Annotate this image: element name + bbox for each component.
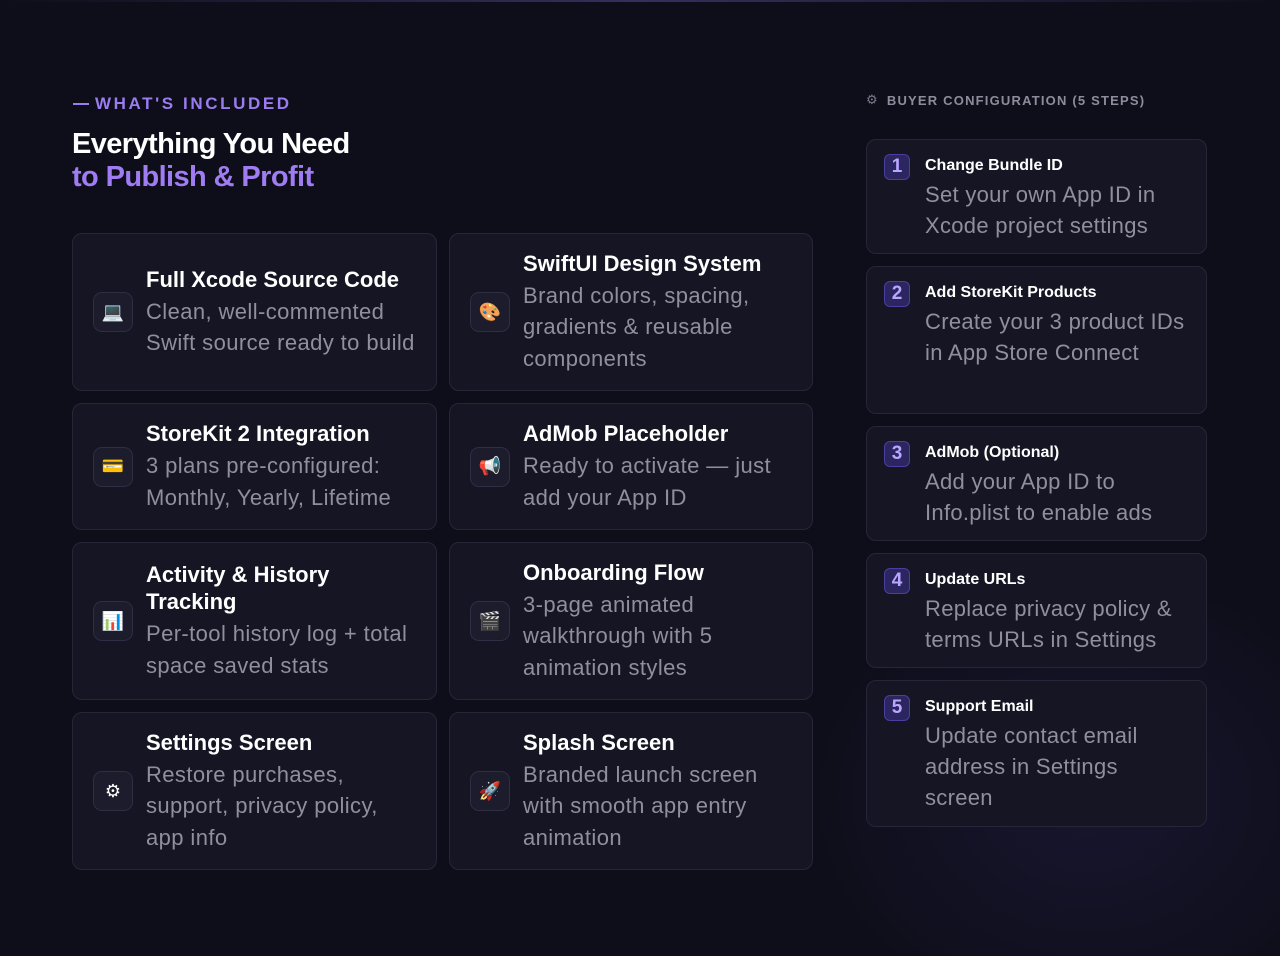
config-step: 3 AdMob (Optional) Add your App ID to In… bbox=[866, 426, 1207, 541]
eyebrow-label: WHAT'S INCLUDED bbox=[95, 94, 292, 113]
laptop-icon: 💻 bbox=[93, 292, 133, 332]
eyebrow-dash bbox=[73, 103, 89, 105]
feature-description: Branded launch screen with smooth app en… bbox=[523, 761, 758, 850]
palette-icon: 🎨 bbox=[470, 292, 510, 332]
top-divider bbox=[0, 0, 1280, 2]
feature-description: Restore purchases, support, privacy poli… bbox=[146, 761, 378, 850]
step-description: Update contact email address in Settings… bbox=[925, 723, 1138, 810]
step-number-badge: 3 bbox=[884, 441, 910, 467]
feature-title: Splash Screen bbox=[523, 729, 675, 755]
step-description: Set your own App ID in Xcode project set… bbox=[925, 182, 1156, 238]
config-step: 5 Support Email Update contact email add… bbox=[866, 680, 1207, 827]
config-step: 2 Add StoreKit Products Create your 3 pr… bbox=[866, 266, 1207, 414]
step-number-badge: 1 bbox=[884, 154, 910, 180]
rocket-icon: 🚀 bbox=[470, 771, 510, 811]
bar-chart-icon: 📊 bbox=[93, 601, 133, 641]
step-title: Add StoreKit Products bbox=[925, 284, 1097, 301]
title-line-2: to Publish & Profit bbox=[72, 161, 314, 193]
feature-card-admob: 📢 AdMob Placeholder Ready to activate — … bbox=[449, 403, 813, 530]
section-eyebrow: WHAT'S INCLUDED bbox=[73, 94, 292, 114]
feature-description: Brand colors, spacing, gradients & reusa… bbox=[523, 282, 750, 371]
feature-title: StoreKit 2 Integration bbox=[146, 421, 370, 446]
features-grid: 💻 Full Xcode Source Code Clean, well-com… bbox=[72, 233, 813, 870]
step-description: Create your 3 product IDs in App Store C… bbox=[925, 309, 1185, 365]
feature-description: Ready to activate — just add your App ID bbox=[523, 453, 772, 510]
feature-title: Activity & History Tracking bbox=[146, 562, 330, 614]
feature-card-source-code: 💻 Full Xcode Source Code Clean, well-com… bbox=[72, 233, 437, 391]
megaphone-icon: 📢 bbox=[470, 446, 510, 487]
gear-icon: ⚙ bbox=[93, 771, 133, 811]
step-title: Change Bundle ID bbox=[925, 157, 1063, 174]
step-number-badge: 5 bbox=[884, 695, 910, 721]
clapperboard-icon: 🎬 bbox=[470, 601, 510, 641]
feature-title: Full Xcode Source Code bbox=[146, 266, 400, 292]
feature-title: Onboarding Flow bbox=[523, 559, 704, 585]
feature-description: 3 plans pre-configured: Monthly, Yearly,… bbox=[146, 453, 392, 510]
feature-card-activity-history: 📊 Activity & History Tracking Per-tool h… bbox=[72, 542, 437, 700]
feature-card-design-system: 🎨 SwiftUI Design System Brand colors, sp… bbox=[449, 233, 813, 391]
config-step: 4 Update URLs Replace privacy policy & t… bbox=[866, 553, 1207, 668]
credit-card-icon: 💳 bbox=[93, 446, 133, 487]
feature-card-settings: ⚙ Settings Screen Restore purchases, sup… bbox=[72, 712, 437, 870]
step-description: Replace privacy policy & terms URLs in S… bbox=[925, 596, 1172, 652]
step-description: Add your App ID to Info.plist to enable … bbox=[925, 469, 1153, 525]
feature-card-splash: 🚀 Splash Screen Branded launch screen wi… bbox=[449, 712, 813, 870]
step-title: Support Email bbox=[925, 698, 1034, 715]
page-title: Everything You Need to Publish & Profit bbox=[72, 128, 350, 194]
feature-description: Per-tool history log + total space saved… bbox=[146, 621, 408, 678]
feature-description: 3-page animated walkthrough with 5 anima… bbox=[523, 591, 713, 680]
feature-description: Clean, well-commented Swift source ready… bbox=[146, 298, 415, 356]
feature-card-storekit: 💳 StoreKit 2 Integration 3 plans pre-con… bbox=[72, 403, 437, 530]
config-heading: ⚙ BUYER CONFIGURATION (5 STEPS) bbox=[866, 92, 1145, 108]
config-heading-label: BUYER CONFIGURATION (5 STEPS) bbox=[886, 92, 1146, 108]
step-title: Update URLs bbox=[925, 571, 1026, 588]
gear-icon: ⚙ bbox=[866, 92, 879, 107]
feature-card-onboarding: 🎬 Onboarding Flow 3-page animated walkth… bbox=[449, 542, 813, 700]
config-steps-list: 1 Change Bundle ID Set your own App ID i… bbox=[866, 139, 1207, 839]
title-line-1: Everything You Need bbox=[72, 128, 350, 160]
step-number-badge: 4 bbox=[884, 568, 910, 594]
step-number-badge: 2 bbox=[884, 281, 910, 307]
step-title: AdMob (Optional) bbox=[925, 444, 1060, 461]
config-step: 1 Change Bundle ID Set your own App ID i… bbox=[866, 139, 1207, 254]
feature-title: Settings Screen bbox=[146, 729, 313, 755]
feature-title: AdMob Placeholder bbox=[523, 421, 729, 446]
feature-title: SwiftUI Design System bbox=[523, 250, 762, 276]
